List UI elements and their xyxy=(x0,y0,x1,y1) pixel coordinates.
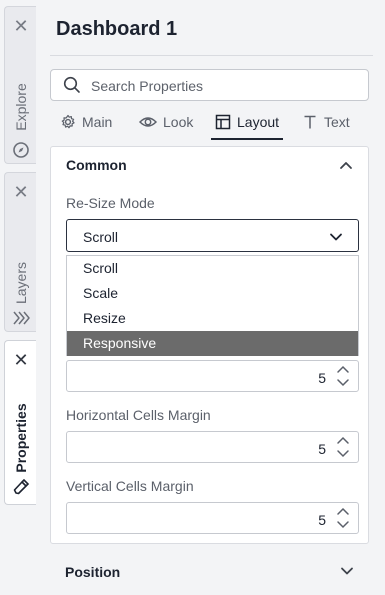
resize-mode-value: Scroll xyxy=(83,229,119,245)
tab-explore[interactable]: ✕ Explore xyxy=(4,6,36,164)
cells-count-input[interactable]: 5 xyxy=(66,360,359,392)
tab-look-label: Look xyxy=(163,114,194,130)
active-tab-indicator xyxy=(211,138,284,140)
side-tab-rail: ✕ Explore ✕ Layers ✕ Properties xyxy=(0,0,38,595)
tab-layers[interactable]: ✕ Layers xyxy=(4,172,36,332)
horizontal-margin-input[interactable]: 5 xyxy=(66,431,359,463)
tab-text-label: Text xyxy=(324,114,350,130)
option-scale[interactable]: Scale xyxy=(67,281,358,306)
close-icon[interactable]: ✕ xyxy=(12,17,30,35)
chevron-down-icon xyxy=(330,233,342,241)
vertical-margin-label: Vertical Cells Margin xyxy=(66,478,194,494)
cells-count-value: 5 xyxy=(318,370,326,386)
layout-icon xyxy=(215,114,231,130)
layers-icon xyxy=(13,311,30,325)
tab-explore-label: Explore xyxy=(12,83,29,131)
eye-icon xyxy=(139,117,157,127)
stepper-icon[interactable] xyxy=(336,505,350,531)
stepper-icon[interactable] xyxy=(336,434,350,460)
horizontal-margin-value: 5 xyxy=(318,441,326,457)
property-tabs: Main Look Layout Text xyxy=(50,108,375,140)
tab-look[interactable]: Look xyxy=(139,108,193,136)
page-title: Dashboard 1 xyxy=(56,18,178,40)
app-root: ✕ Explore ✕ Layers ✕ Properties Dashboar… xyxy=(0,0,385,595)
close-icon[interactable]: ✕ xyxy=(12,183,30,201)
search-placeholder: Search Properties xyxy=(91,78,204,94)
stepper-icon[interactable] xyxy=(336,363,350,389)
properties-panel: Dashboard 1 Search Properties Main Look … xyxy=(38,0,385,595)
common-section: Common Re-Size Mode Scroll Scroll Scale … xyxy=(50,146,369,544)
resize-mode-label: Re-Size Mode xyxy=(66,195,155,211)
chevron-up-icon[interactable] xyxy=(338,157,354,173)
compass-icon xyxy=(13,142,29,158)
option-resize[interactable]: Resize xyxy=(67,306,358,331)
text-icon xyxy=(304,115,316,129)
gear-icon xyxy=(61,114,75,129)
vertical-margin-input[interactable]: 5 xyxy=(66,502,359,534)
tab-properties-label: Properties xyxy=(12,403,29,473)
vertical-margin-value: 5 xyxy=(318,512,326,528)
resize-mode-dropdown: Scroll Scale Resize Responsive xyxy=(66,255,359,356)
search-input[interactable]: Search Properties xyxy=(50,69,369,101)
option-scroll[interactable]: Scroll xyxy=(67,256,358,281)
divider xyxy=(50,55,373,56)
section-title: Common xyxy=(66,157,127,173)
tab-main[interactable]: Main xyxy=(60,108,112,136)
option-responsive[interactable]: Responsive xyxy=(67,331,358,356)
tab-text[interactable]: Text xyxy=(302,108,350,136)
search-icon xyxy=(63,76,80,93)
position-section[interactable]: Position xyxy=(50,555,369,587)
resize-mode-select[interactable]: Scroll xyxy=(66,219,359,252)
horizontal-margin-label: Horizontal Cells Margin xyxy=(66,407,211,423)
section-title: Position xyxy=(65,564,121,580)
tab-layout[interactable]: Layout xyxy=(211,108,284,140)
brush-icon xyxy=(13,478,30,495)
tab-layers-label: Layers xyxy=(12,261,29,305)
tab-main-label: Main xyxy=(82,114,113,130)
chevron-down-icon[interactable] xyxy=(339,563,355,579)
close-icon[interactable]: ✕ xyxy=(12,351,30,369)
tab-properties[interactable]: ✕ Properties xyxy=(4,340,36,505)
tab-layout-label: Layout xyxy=(237,114,280,130)
